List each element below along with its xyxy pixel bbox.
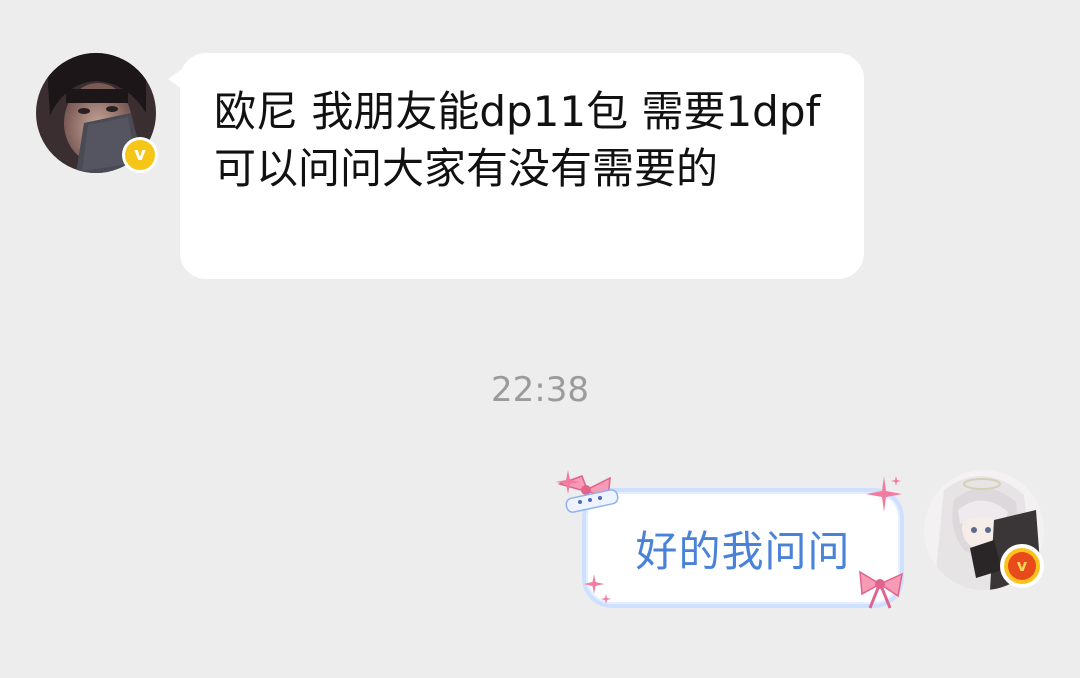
sender-avatar[interactable]: v xyxy=(36,53,158,173)
message-timestamp: 22:38 xyxy=(491,370,589,410)
vip-badge-icon: v xyxy=(1000,544,1044,588)
vip-badge-icon: v xyxy=(122,137,158,173)
chat-view: v 欧尼 我朋友能dp11包 需要1dpf 可以问问大家有没有需要的 22:38… xyxy=(0,0,1080,678)
sparkle-icon xyxy=(556,470,580,494)
incoming-message-bubble[interactable]: 欧尼 我朋友能dp11包 需要1dpf 可以问问大家有没有需要的 xyxy=(168,53,864,279)
vip-badge-label: v xyxy=(134,144,146,165)
outgoing-message-text: 好的我问问 xyxy=(635,526,851,576)
outgoing-message-bubble[interactable]: 好的我问问 xyxy=(582,488,904,608)
incoming-message-text: 欧尼 我朋友能dp11包 需要1dpf 可以问问大家有没有需要的 xyxy=(214,87,821,193)
my-avatar[interactable]: v xyxy=(924,470,1044,590)
vip-badge-label: v xyxy=(1016,556,1028,575)
vip-badge-inner: v xyxy=(1008,552,1036,580)
